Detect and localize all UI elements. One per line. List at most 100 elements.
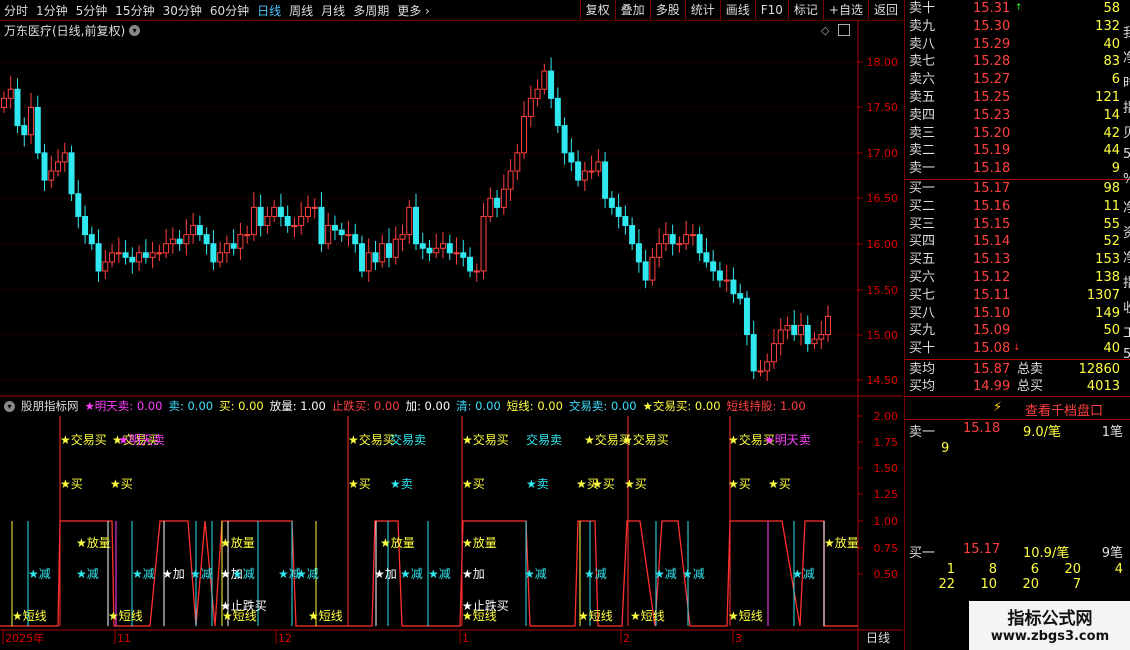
price-tick-label: 15.00 bbox=[867, 329, 899, 342]
candle-body bbox=[365, 252, 372, 272]
toolbar-button-6[interactable]: 标记 bbox=[787, 0, 823, 20]
indicator-tick-label: 1.50 bbox=[874, 462, 899, 475]
ask-row-1[interactable]: 卖九 15.30 132 bbox=[905, 18, 1130, 36]
signal-label: ★交易买 bbox=[112, 432, 159, 447]
bid-label: 买五 bbox=[909, 252, 936, 268]
indicator-name[interactable]: 股朋指标网 bbox=[21, 398, 79, 414]
candle-body bbox=[534, 88, 541, 99]
bid-volume: 98 bbox=[1103, 181, 1120, 196]
period-tab-8[interactable]: 月线 bbox=[317, 2, 349, 19]
ask-row-7[interactable]: 卖三 15.20 42 bbox=[905, 125, 1130, 143]
candle-body bbox=[163, 243, 170, 254]
bid-price: 15.17 bbox=[973, 181, 1011, 196]
candle-body bbox=[264, 215, 271, 227]
signal-label: ★交易买 bbox=[728, 432, 775, 447]
ask-row-0[interactable]: 卖十 15.31 ↑ 58 bbox=[905, 0, 1130, 18]
toolbar-button-7[interactable]: +自选 bbox=[822, 0, 868, 20]
bid-row-5[interactable]: 买六 15.12 138 bbox=[905, 269, 1130, 287]
bid-row-6[interactable]: 买七 15.11 1307 bbox=[905, 287, 1130, 305]
buy1-count: 9笔 bbox=[1101, 546, 1123, 561]
bid-price: 15.11 bbox=[973, 287, 1011, 303]
date-tick-label: 1 bbox=[462, 632, 469, 645]
candle-body bbox=[460, 252, 467, 258]
clipped-side-text: 指 bbox=[1123, 101, 1130, 116]
bid-row-4[interactable]: 买五 15.13 153 bbox=[905, 251, 1130, 269]
bid-row-7[interactable]: 买八 15.10 149 bbox=[905, 305, 1130, 323]
ask-row-9[interactable]: 卖一 15.18 9 bbox=[905, 160, 1130, 178]
ask-volume: 132 bbox=[1095, 18, 1120, 34]
candle-body bbox=[440, 243, 447, 249]
ask-row-4[interactable]: 卖六 15.27 6 bbox=[905, 71, 1130, 89]
bid-row-2[interactable]: 买三 15.15 55 bbox=[905, 216, 1130, 234]
ask-row-6[interactable]: 卖四 15.23 14 bbox=[905, 107, 1130, 125]
ask-label: 卖五 bbox=[909, 90, 936, 105]
candle-body bbox=[649, 256, 656, 281]
period-tab-0[interactable]: 分时 bbox=[0, 2, 32, 19]
period-tab-4[interactable]: 30分钟 bbox=[159, 2, 206, 19]
clipped-side-text: 贝 bbox=[1123, 126, 1130, 141]
candle-body bbox=[791, 324, 798, 336]
toolbar-button-2[interactable]: 多股 bbox=[649, 0, 685, 20]
ask-row-3[interactable]: 卖七 15.28 83 bbox=[905, 53, 1130, 71]
period-tab-10[interactable]: 更多 › bbox=[393, 2, 434, 19]
kline-chart[interactable]: 18.00 17.50 17.00 16.50 16.00 15.50 15.00 14.50… bbox=[0, 0, 903, 650]
qiandang-button[interactable]: ⚡ 查看千档盘口 bbox=[905, 400, 1130, 419]
candle-body bbox=[183, 234, 190, 245]
date-tick-label: 2025年 bbox=[5, 631, 44, 645]
summary-avg: 15.87 bbox=[973, 362, 1011, 377]
candle-body bbox=[318, 206, 325, 245]
ask-price: 15.25 bbox=[973, 90, 1011, 105]
chevron-down-icon[interactable]: ▾ bbox=[4, 400, 15, 412]
bid-row-1[interactable]: 买二 15.16 11 bbox=[905, 198, 1130, 216]
summary-row-1: 买均 14.99 总买 4013 bbox=[905, 378, 1130, 395]
signal-label: ★买 bbox=[624, 477, 647, 491]
ask-row-5[interactable]: 卖五 15.25 121 bbox=[905, 89, 1130, 107]
clipped-side-text: 净 bbox=[1123, 51, 1130, 66]
ask-price: 15.29 bbox=[973, 36, 1011, 52]
toolbar-button-0[interactable]: 复权 bbox=[579, 0, 615, 20]
period-tab-2[interactable]: 5分钟 bbox=[72, 2, 112, 19]
bid-row-0[interactable]: 买一 15.17 98 bbox=[905, 180, 1130, 198]
period-tab-7[interactable]: 周线 bbox=[285, 2, 317, 19]
ask-volume: 6 bbox=[1111, 72, 1120, 88]
chevron-down-icon[interactable]: ▾ bbox=[129, 25, 141, 36]
period-tab-3[interactable]: 15分钟 bbox=[111, 2, 158, 19]
toolbar-button-8[interactable]: 返回 bbox=[867, 0, 903, 20]
ask-price: 15.31 bbox=[973, 1, 1011, 16]
candle-body bbox=[82, 215, 89, 236]
candle-body bbox=[136, 252, 143, 263]
bid-row-8[interactable]: 买九 15.09 50 bbox=[905, 322, 1130, 340]
period-tab-6[interactable]: 日线 bbox=[253, 2, 285, 19]
signal-label: ★减 bbox=[584, 567, 607, 581]
summary-row-0: 卖均 15.87 总卖 12860 bbox=[905, 361, 1130, 378]
candle-body bbox=[325, 225, 332, 245]
bid-label: 买一 bbox=[909, 181, 936, 196]
candle-body bbox=[1, 97, 7, 108]
ask-price: 15.30 bbox=[973, 18, 1011, 34]
period-tab-9[interactable]: 多周期 bbox=[349, 2, 393, 19]
candle-body bbox=[703, 252, 710, 263]
period-tab-5[interactable]: 60分钟 bbox=[206, 2, 253, 19]
summary-label: 总买 bbox=[1017, 379, 1044, 394]
candle-body bbox=[244, 234, 251, 237]
ask-row-2[interactable]: 卖八 15.29 40 bbox=[905, 36, 1130, 54]
signal-label: ★交易买 bbox=[60, 432, 107, 447]
ask-row-8[interactable]: 卖二 15.19 44 bbox=[905, 142, 1130, 160]
bid-row-9[interactable]: 买十 15.08 ↓ 40 bbox=[905, 340, 1130, 358]
expand-icon[interactable] bbox=[838, 24, 850, 36]
candle-body bbox=[683, 234, 690, 245]
candle-body bbox=[730, 279, 737, 295]
qiandang-label: 查看千档盘口 bbox=[1025, 404, 1104, 419]
bid-volume: 138 bbox=[1095, 270, 1120, 285]
period-tab-1[interactable]: 1分钟 bbox=[32, 2, 72, 19]
sell1-per: 9.0/笔 bbox=[1023, 425, 1062, 440]
chart-options-icon[interactable]: ◇ bbox=[821, 24, 829, 37]
candle-body bbox=[541, 70, 548, 90]
bid-row-3[interactable]: 买四 15.14 52 bbox=[905, 233, 1130, 251]
toolbar-button-1[interactable]: 叠加 bbox=[614, 0, 650, 20]
toolbar-button-5[interactable]: F10 bbox=[754, 0, 788, 20]
signal-label: ★减 bbox=[792, 567, 815, 581]
candle-body bbox=[41, 152, 48, 181]
toolbar-button-4[interactable]: 画线 bbox=[719, 0, 755, 20]
toolbar-button-3[interactable]: 统计 bbox=[684, 0, 720, 20]
